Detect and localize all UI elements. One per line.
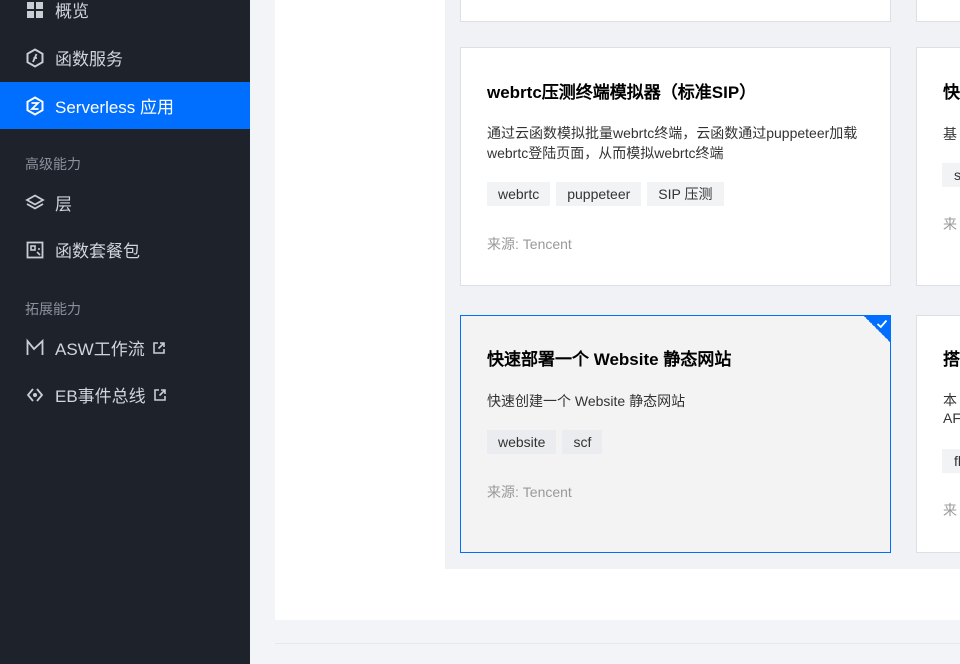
sidebar-item-event-bus[interactable]: EB事件总线 (0, 371, 250, 418)
grid-icon (25, 0, 45, 20)
template-card-webrtc[interactable]: webrtc压测终端模拟器（标准SIP） 通过云函数模拟批量webrtc终端，云… (460, 47, 891, 286)
serverless-app-icon (25, 95, 45, 116)
footer-divider (275, 643, 960, 644)
card-title: webrtc压测终端模拟器（标准SIP） (487, 83, 757, 102)
card-tags: website scf (487, 430, 603, 454)
sidebar-item-label: 层 (55, 195, 72, 214)
workflow-icon (25, 337, 45, 358)
tag: scf (562, 430, 603, 454)
sidebar-item-asw-workflow[interactable]: ASW工作流 (0, 324, 250, 371)
sidebar-item-label: 函数服务 (55, 50, 123, 69)
sidebar-item-layers[interactable]: 层 (0, 179, 250, 226)
checkmark-icon (876, 319, 888, 329)
template-card-top-right[interactable] (916, 0, 960, 22)
sidebar-item-label: ASW工作流 (55, 340, 145, 359)
sidebar: 概览 函数服务 Serverless 应用 高级能力 层 函数套餐包 拓展能力 … (0, 0, 250, 664)
template-card-website[interactable]: 快速部署一个 Website 静态网站 快速创建一个 Website 静态网站 … (460, 315, 891, 553)
card-tags: webrtc puppeteer SIP 压测 (487, 182, 724, 206)
layers-icon (25, 193, 45, 213)
template-card-partial-1[interactable]: 快 基 s 来 (916, 47, 960, 286)
card-title: 快速部署一个 Website 静态网站 (487, 350, 732, 369)
sidebar-item-label: Serverless 应用 (55, 98, 175, 117)
card-source: 来 (943, 502, 957, 518)
sidebar-item-packages[interactable]: 函数套餐包 (0, 226, 250, 273)
card-title: 快 (943, 83, 960, 102)
package-icon (25, 240, 45, 260)
sidebar-item-label: 概览 (55, 2, 89, 21)
sidebar-item-label: EB事件总线 (55, 387, 146, 406)
card-source: 来 (943, 216, 957, 232)
tag: puppeteer (556, 182, 642, 206)
card-description: 本 (943, 392, 957, 408)
event-bus-icon (25, 385, 45, 405)
card-description: 基 (943, 126, 957, 142)
tag: SIP 压测 (647, 182, 724, 206)
template-card-partial-2[interactable]: 搭 本 AF fl 来 (916, 315, 960, 553)
card-source: 来源: Tencent (487, 484, 572, 500)
section-title-extended: 拓展能力 (25, 301, 81, 317)
tag: fl (942, 449, 960, 473)
section-title-advanced: 高级能力 (25, 156, 81, 172)
selected-corner (864, 316, 890, 342)
template-card-top-left[interactable] (460, 0, 891, 22)
card-source: 来源: Tencent (487, 236, 572, 252)
external-link-icon (153, 388, 167, 402)
sidebar-item-functions[interactable]: 函数服务 (0, 34, 250, 81)
sidebar-item-overview[interactable]: 概览 (0, 0, 250, 33)
tag: webrtc (487, 182, 551, 206)
card-description: AF (943, 410, 960, 426)
card-description: 快速创建一个 Website 静态网站 (487, 393, 686, 409)
tag: website (487, 430, 557, 454)
sidebar-item-label: 函数套餐包 (55, 242, 140, 261)
sidebar-item-serverless-app[interactable]: Serverless 应用 (0, 82, 250, 129)
external-link-icon (152, 341, 166, 355)
card-title: 搭 (943, 350, 960, 369)
function-icon (25, 47, 45, 68)
tag: s (942, 163, 960, 187)
card-description: 通过云函数模拟批量webrtc终端，云函数通过puppeteer加载webrtc… (487, 125, 858, 161)
